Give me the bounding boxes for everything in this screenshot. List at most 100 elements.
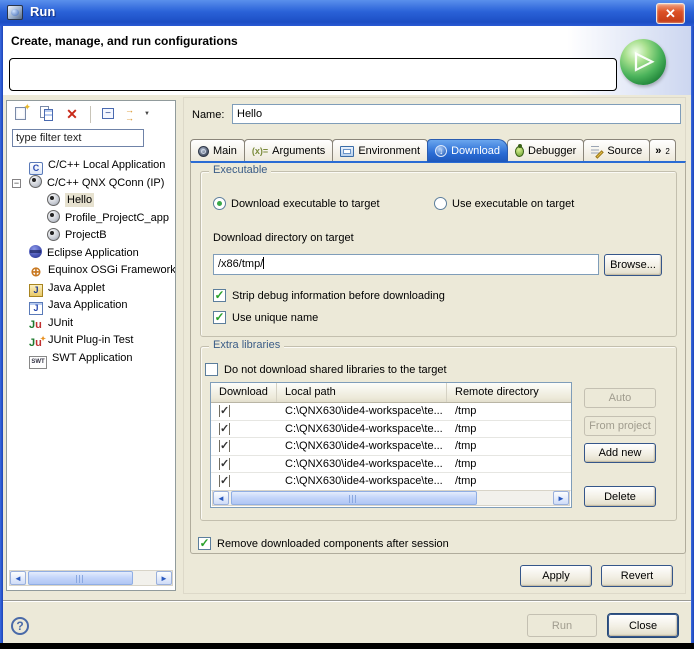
remove-components-label: Remove downloaded components after sessi… [217,538,449,550]
debugger-tab-icon [515,146,524,157]
col-remote-directory[interactable]: Remote directory [447,383,571,402]
download-directory-label: Download directory on target [213,232,354,244]
tab-overflow[interactable]: »2 [649,139,676,162]
tree-horizontal-scrollbar[interactable]: ◄ ► [9,570,173,586]
tree-item-equinox-osgi[interactable]: ⊕Equinox OSGi Framework [7,262,175,280]
tab-environment[interactable]: Environment [332,139,428,162]
tree-item-cpp-local[interactable]: CC/C++ Local Application [7,157,175,175]
col-local-path[interactable]: Local path [277,383,447,402]
delete-button[interactable]: Delete [584,486,656,507]
auto-button[interactable]: Auto [584,388,656,408]
window-border-left [0,26,3,643]
scrollbar-thumb[interactable] [28,571,133,585]
download-executable-label: Download executable to target [231,198,380,210]
add-new-button[interactable]: Add new [584,443,656,463]
run-button[interactable]: Run [527,614,597,637]
banner: Create, manage, and run configurations ▷ [3,26,691,95]
close-icon[interactable]: ✕ [656,3,685,24]
col-download[interactable]: Download [211,383,277,402]
filter-icon[interactable]: →→ ▼ [125,105,143,123]
scroll-right-icon[interactable]: ► [553,491,569,505]
no-download-shared-checkbox[interactable] [205,363,218,376]
tree-item-eclipse-application[interactable]: Eclipse Application [7,245,175,263]
tab-download[interactable]: ↓ Download [427,139,508,162]
source-tab-icon [591,145,603,157]
delete-icon[interactable]: ✕ [63,105,81,123]
scroll-right-icon[interactable]: ► [156,571,172,585]
configurations-panel: ✦ ✕ − →→ ▼ CC/C++ Local Application [6,100,176,591]
from-project-button[interactable]: From project [584,416,656,436]
revert-button[interactable]: Revert [601,565,673,587]
junit-plugin-icon: Ju✦ [29,337,43,350]
window-border-bottom [0,643,694,649]
row-checkbox[interactable]: ✓ [219,423,230,435]
play-icon: ▷ [635,47,653,74]
row-checkbox[interactable]: ✓ [219,458,230,470]
banner-heading: Create, manage, and run configurations [11,34,238,48]
java-app-icon: J [29,302,43,315]
tree-item-qnx-qconn[interactable]: − C/C++ QNX QConn (IP) [7,175,175,193]
toolbar-separator [90,106,91,123]
run-dialog: Run ✕ Create, manage, and run configurat… [0,0,694,649]
download-directory-input[interactable]: /x86/tmp/ [213,254,599,275]
tab-main[interactable]: Main [190,139,245,162]
collapse-all-icon[interactable]: − [100,105,118,123]
collapse-expander-icon[interactable]: − [12,179,21,188]
equinox-icon: ⊕ [29,265,43,278]
name-label: Name: [192,109,224,121]
download-executable-radio[interactable] [213,197,226,210]
java-applet-icon: J [29,284,43,297]
table-row[interactable]: ✓ C:\QNX630\ide4-workspace\te... /tmp [211,473,571,491]
duplicate-icon[interactable] [38,105,56,123]
unique-name-checkbox[interactable]: ✓ [213,311,226,324]
row-checkbox[interactable]: ✓ [219,440,230,452]
tab-debugger[interactable]: Debugger [507,139,584,162]
row-checkbox[interactable]: ✓ [219,475,230,487]
use-executable-radio[interactable] [434,197,447,210]
tree-item-junit[interactable]: JuJUnit [7,315,175,333]
filter-input[interactable] [12,129,144,147]
message-area [9,58,617,91]
swt-app-icon: SWT [29,356,47,369]
sidebar-toolbar: ✦ ✕ − →→ ▼ [7,101,175,127]
tree-item-java-applet[interactable]: JJava Applet [7,280,175,298]
scroll-left-icon[interactable]: ◄ [10,571,26,585]
table-header: Download Local path Remote directory [211,383,571,403]
tree-item-projectb[interactable]: ProjectB [7,227,175,245]
dropdown-caret-icon: ▼ [144,111,150,117]
use-executable-label: Use executable on target [452,198,574,210]
help-icon[interactable]: ? [11,617,29,635]
strip-debug-checkbox[interactable]: ✓ [213,289,226,302]
tab-arguments[interactable]: (x)= Arguments [244,139,333,162]
config-tabs: Main (x)= Arguments Environment ↓ Downlo… [191,139,676,162]
tree-item-java-application[interactable]: JJava Application [7,297,175,315]
scroll-left-icon[interactable]: ◄ [213,491,229,505]
scrollbar-thumb[interactable] [231,491,477,505]
table-row[interactable]: ✓ C:\QNX630\ide4-workspace\te... /tmp [211,438,571,456]
name-input[interactable] [232,104,681,124]
titlebar[interactable]: Run ✕ [0,0,694,26]
no-download-shared-label: Do not download shared libraries to the … [224,364,447,376]
apply-button[interactable]: Apply [520,565,592,587]
tab-source[interactable]: Source [583,139,650,162]
tree-item-hello[interactable]: Hello [7,192,175,210]
tree-item-junit-plugin[interactable]: Ju✦JUnit Plug-in Test [7,332,175,350]
eclipse-app-icon [29,245,42,258]
new-configuration-icon[interactable]: ✦ [13,105,31,123]
tree-item-profile-projectc[interactable]: Profile_ProjectC_app [7,210,175,228]
table-row[interactable]: ✓ C:\QNX630\ide4-workspace\te... /tmp [211,456,571,474]
junit-icon: Ju [29,319,43,332]
table-row[interactable]: ✓ C:\QNX630\ide4-workspace\te... /tmp [211,403,571,421]
libraries-table: Download Local path Remote directory ✓ C… [210,382,572,508]
c-local-app-icon: C [29,162,43,175]
row-checkbox[interactable]: ✓ [219,405,230,417]
tree-item-swt-application[interactable]: SWTSWT Application [7,350,175,368]
run-dialog-icon [7,5,23,20]
chevron-overflow-icon: » [655,145,661,157]
close-button[interactable]: Close [608,614,678,637]
table-horizontal-scrollbar[interactable]: ◄ ► [212,490,570,506]
qnx-qconn-icon [29,175,42,188]
browse-button[interactable]: Browse... [604,254,662,276]
table-row[interactable]: ✓ C:\QNX630\ide4-workspace\te... /tmp [211,421,571,439]
remove-components-checkbox[interactable]: ✓ [198,537,211,550]
